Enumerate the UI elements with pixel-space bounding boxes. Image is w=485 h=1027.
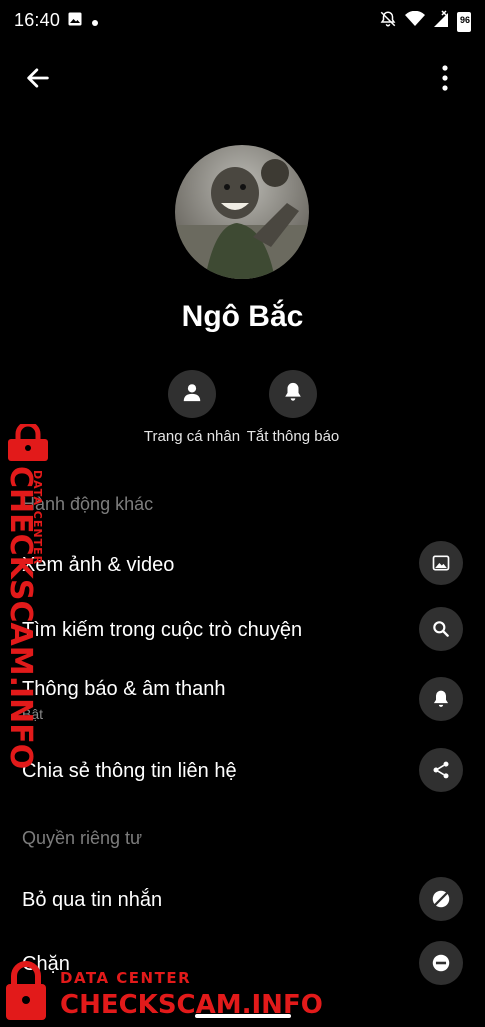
profile-page-button[interactable]: Trang cá nhân [137,370,247,445]
image-icon [419,541,463,585]
battery-level: 96 [459,14,470,25]
watermark-vertical-tag: DATA CENTER [31,470,44,566]
image-icon [68,12,82,31]
section-title-privacy: Quyền riêng tư [22,828,143,848]
profile-page-label: Trang cá nhân [143,428,241,445]
signal-icon [433,10,449,33]
more-button[interactable] [437,62,453,98]
row-label-ignore: Bỏ qua tin nhắn [22,889,163,911]
row-view-media[interactable]: Xem ảnh & video [0,533,485,597]
row-label-share: Chia sẻ thông tin liên hệ [22,760,237,782]
lock-icon [2,960,50,1027]
status-time: 16:40 [14,10,61,30]
mute-notifications-button[interactable]: Tắt thông báo [238,370,348,445]
back-button[interactable] [20,62,56,98]
row-notifications-sounds[interactable]: Thông báo & âm thanh Bật [0,668,485,732]
row-search-conversation[interactable]: Tìm kiếm trong cuộc trò chuyện [0,597,485,661]
arrow-left-icon [24,64,52,97]
watermark-bottom-tag: DATA CENTER [60,969,192,987]
row-label-media: Xem ảnh & video [22,554,175,576]
bell-off-icon [379,10,397,33]
search-icon [419,607,463,651]
home-indicator [195,1014,291,1018]
status-bar: 16:40 96 [0,0,485,40]
row-label-search: Tìm kiếm trong cuộc trò chuyện [22,619,303,641]
mute-notifications-label: Tắt thông báo [246,428,340,445]
battery-icon: 96 [457,11,471,32]
share-icon [419,748,463,792]
bell-icon [282,381,304,408]
row-share-contact[interactable]: Chia sẻ thông tin liên hệ [0,738,485,802]
row-ignore-messages[interactable]: Bỏ qua tin nhắn [0,868,485,932]
row-label-notifications: Thông báo & âm thanh [22,678,226,700]
profile-name: Ngô Bắc [181,300,304,333]
more-vertical-icon [442,64,448,96]
wifi-icon [405,10,425,32]
chat-off-icon [419,877,463,921]
bell-icon [419,677,463,721]
block-icon [419,941,463,985]
dot-icon [92,13,98,31]
person-icon [181,381,203,408]
lock-icon [4,421,52,467]
avatar[interactable] [175,145,309,279]
